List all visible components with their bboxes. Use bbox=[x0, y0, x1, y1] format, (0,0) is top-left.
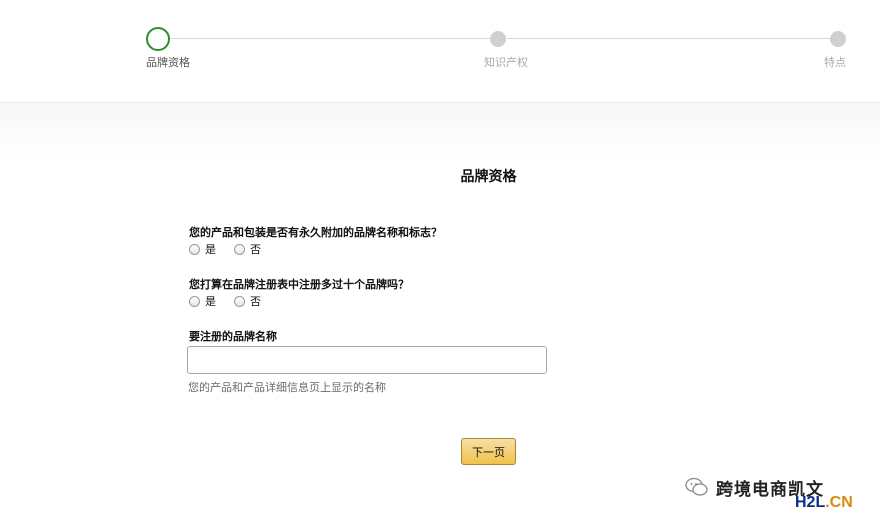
watermark-site: H2L.CN bbox=[795, 494, 853, 512]
q2-no-radio[interactable] bbox=[234, 295, 245, 307]
q2-yes-option[interactable]: 是 bbox=[189, 293, 216, 309]
step-1-indicator bbox=[146, 27, 170, 51]
step-3-label: 特点 bbox=[824, 56, 846, 69]
q2-yes-radio[interactable] bbox=[189, 295, 200, 307]
q1-yes-radio[interactable] bbox=[189, 243, 200, 255]
question-1-label: 您的产品和包装是否有永久附加的品牌名称和标志？ bbox=[189, 226, 442, 239]
page-title: 品牌资格 bbox=[460, 169, 517, 185]
q1-no-label: 否 bbox=[250, 243, 261, 256]
step-1-label: 品牌资格 bbox=[146, 56, 190, 69]
chat-bubble-icon bbox=[685, 477, 708, 496]
watermark-site-prefix: H2L bbox=[795, 494, 826, 511]
stepper-track-2 bbox=[507, 38, 830, 39]
q1-no-radio[interactable] bbox=[234, 243, 245, 255]
step-3-indicator bbox=[830, 31, 846, 47]
q1-yes-label: 是 bbox=[205, 243, 216, 256]
q2-no-label: 否 bbox=[250, 295, 261, 308]
progress-stepper: 品牌资格 知识产权 特点 bbox=[0, 0, 880, 103]
q2-no-option[interactable]: 否 bbox=[234, 293, 261, 309]
brand-name-hint: 您的产品和产品详细信息页上显示的名称 bbox=[188, 381, 386, 394]
q2-yes-label: 是 bbox=[205, 295, 216, 308]
step-2-indicator bbox=[490, 31, 506, 47]
q1-yes-option[interactable]: 是 bbox=[189, 241, 216, 257]
brand-name-input[interactable] bbox=[187, 346, 547, 374]
brand-name-label: 要注册的品牌名称 bbox=[189, 330, 277, 343]
question-2-label: 您打算在品牌注册表中注册多过十个品牌吗？ bbox=[189, 278, 409, 291]
step-2-label: 知识产权 bbox=[484, 56, 528, 69]
q1-no-option[interactable]: 否 bbox=[234, 241, 261, 257]
next-page-button[interactable]: 下一页 bbox=[461, 438, 516, 465]
stepper-track-1 bbox=[170, 38, 490, 39]
question-1-options: 是 否 bbox=[189, 241, 279, 257]
watermark-site-suffix: .CN bbox=[825, 494, 853, 511]
question-2-options: 是 否 bbox=[189, 293, 279, 309]
